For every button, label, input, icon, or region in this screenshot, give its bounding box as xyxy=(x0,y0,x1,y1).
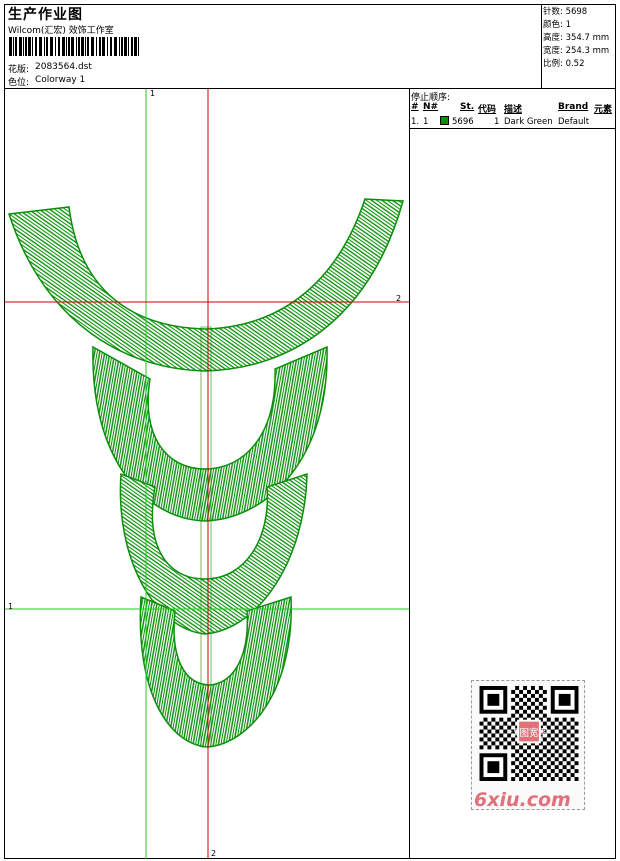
row-code: 1 xyxy=(494,117,500,127)
design-stats: 针数: 5698 颜色: 1 高度: 354.7 mm 宽度: 254.3 mm… xyxy=(543,6,609,71)
color-count: 颜色: 1 xyxy=(543,20,571,30)
col-header-description: 描述 xyxy=(504,105,523,115)
row-needle: 1 xyxy=(423,117,429,127)
table-bottom-line xyxy=(409,128,616,129)
design-width: 宽度: 254.3 mm xyxy=(543,46,610,56)
col-header-needle: N# xyxy=(423,102,439,112)
page-title: 生产作业图 xyxy=(8,7,83,23)
row-index: 1. xyxy=(411,117,420,127)
colorway-value: Colorway 1 xyxy=(35,75,86,85)
company-name: Wilcom(汇宏) 效饰工作室 xyxy=(8,26,114,36)
design-scale: 比例: 0.52 xyxy=(543,59,585,69)
colorway-label: 色位: xyxy=(8,78,30,88)
design-height: 高度: 354.7 mm xyxy=(543,33,610,43)
col-header-code: 代码 xyxy=(478,105,497,115)
green-guide-left-label: 1 xyxy=(8,602,14,611)
green-guide-top-label: 1 xyxy=(150,89,156,98)
qr-code-icon: 汉图宽图 xyxy=(479,686,579,781)
stats-divider xyxy=(541,4,542,88)
row-description: Dark Green xyxy=(504,117,553,127)
row-brand: Default xyxy=(558,117,590,127)
embroidery-canvas xyxy=(5,89,409,859)
watermark-site: 6xiu.com xyxy=(474,789,571,811)
red-guide-bottom-label: 2 xyxy=(211,849,217,858)
col-header-brand: Brand xyxy=(558,102,589,112)
collar-band xyxy=(8,198,404,372)
col-header-stitches: St. xyxy=(460,102,475,112)
qr-stamp: 汉图宽图 xyxy=(510,727,548,739)
stitch-count: 针数: 5698 xyxy=(543,7,588,17)
col-header-element: 元素 xyxy=(594,105,613,115)
row-stitches: 5696 xyxy=(452,117,474,127)
red-guide-right-label: 2 xyxy=(396,294,402,303)
barcode-icon xyxy=(9,37,139,56)
col-header-index: # xyxy=(411,102,419,112)
design-label: 花版: xyxy=(8,65,30,75)
panel-divider xyxy=(409,88,410,859)
thread-color-swatch xyxy=(440,116,449,125)
design-filename: 2083564.dst xyxy=(35,62,92,72)
